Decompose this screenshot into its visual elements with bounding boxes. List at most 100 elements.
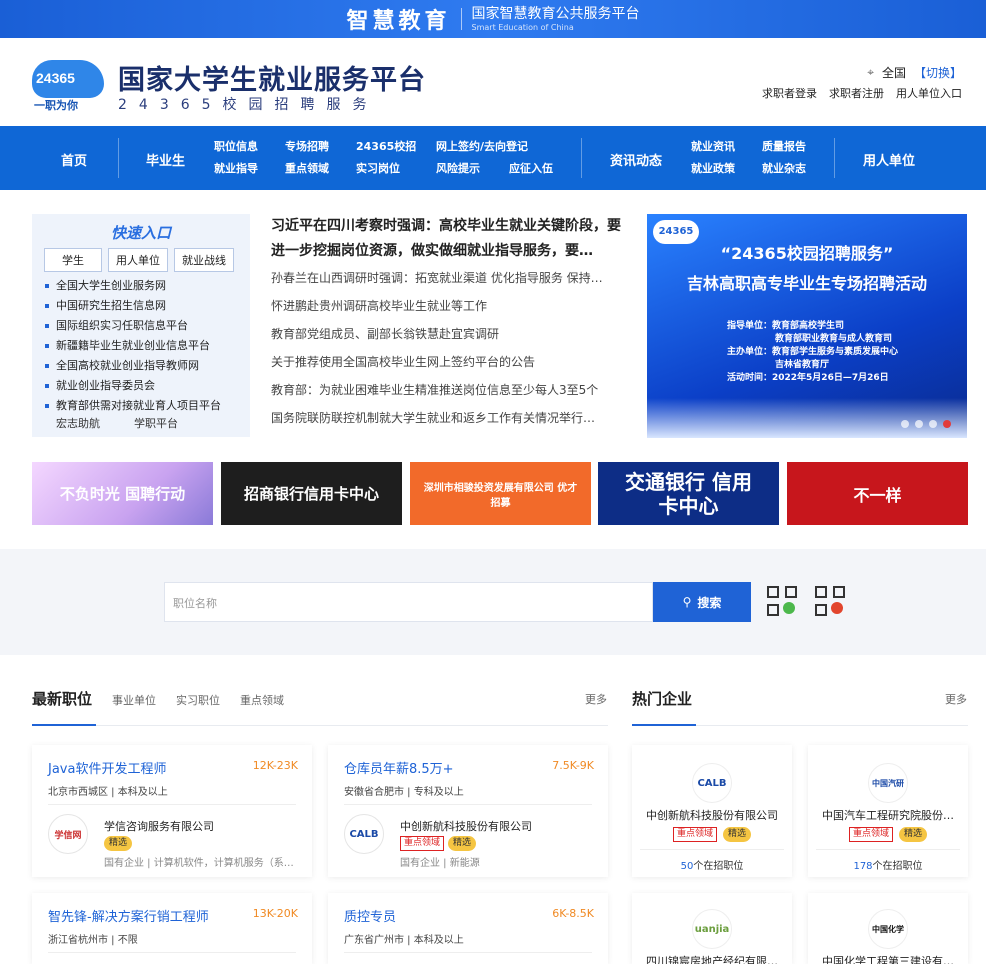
job-search-input[interactable]: 职位名称 <box>164 582 653 622</box>
employer-entry-link[interactable]: 用人单位入口 <box>896 85 962 101</box>
company-card[interactable]: 中国汽研 中国汽车工程研究院股份… 重点领域 精选 178个在招职位 <box>808 745 968 877</box>
news-headline[interactable]: 习近平在四川考察时强调：高校毕业生就业关键阶段，要进一步挖掘岗位资源，做实做细就… <box>271 214 626 264</box>
tab-internship[interactable]: 实习职位 <box>176 692 220 708</box>
job-card[interactable]: 质控专员 6K-8.5K 广东省广州市 | 本科及以上 <box>328 893 608 964</box>
nav-key-fields[interactable]: 重点领域 <box>285 160 329 176</box>
quick-link[interactable]: 全国大学生创业服务网 <box>44 276 244 296</box>
featured-badge: 精选 <box>104 836 133 851</box>
ad-banner-3[interactable]: 深圳市相骏投资发展有限公司 优才招募 <box>410 462 591 525</box>
job-title[interactable]: 仓库员年薪8.5万+ <box>344 758 454 777</box>
company-name[interactable]: 四川锦宸房地产经纪有限… <box>640 953 784 964</box>
quick-link[interactable]: 国际组织实习任职信息平台 <box>44 316 244 336</box>
hot-companies-title[interactable]: 热门企业 <box>632 688 692 709</box>
wechat-qr-icon[interactable] <box>767 586 797 616</box>
tab-employer[interactable]: 用人单位 <box>108 248 168 272</box>
search-button[interactable]: ⚲ 搜索 <box>653 582 751 622</box>
platform-name: 国家智慧教育公共服务平台 Smart Education of China <box>472 7 640 32</box>
job-salary: 13K-20K <box>252 907 298 920</box>
job-location: 北京市西城区 | 本科及以上 <box>48 787 168 798</box>
job-salary: 7.5K-9K <box>552 759 594 772</box>
featured-badge: 精选 <box>448 836 477 851</box>
ad-banner-1[interactable]: 不负时光 国聘行动 <box>32 462 213 525</box>
news-item[interactable]: 教育部：为就业困难毕业生精准推送岗位信息至少每人3至5个 <box>271 376 626 404</box>
quick-link[interactable]: 宏志助航 <box>56 415 100 431</box>
tab-key-fields[interactable]: 重点领域 <box>240 692 284 708</box>
company-info: 国有企业 | 新能源 <box>400 858 480 869</box>
job-card[interactable]: Java软件开发工程师 12K-23K 北京市西城区 | 本科及以上 学信网 学… <box>32 745 312 877</box>
company-name[interactable]: 中创新航科技股份有限公司 <box>640 807 784 823</box>
company-name[interactable]: 中国化学工程第三建设有… <box>816 953 960 964</box>
carousel-dot[interactable] <box>915 420 923 428</box>
job-title[interactable]: Java软件开发工程师 <box>48 758 166 777</box>
quick-link[interactable]: 全国高校就业创业指导教师网 <box>44 356 244 376</box>
nav-quality-report[interactable]: 质量报告 <box>762 138 806 154</box>
quick-link[interactable]: 学职平台 <box>134 415 178 431</box>
quick-link[interactable]: 教育部供需对接就业育人项目平台 <box>44 396 244 416</box>
job-salary: 6K-8.5K <box>552 907 594 920</box>
quick-link[interactable]: 新疆籍毕业生就业创业信息平台 <box>44 336 244 356</box>
site-logo[interactable]: 24365 一职为你 <box>32 60 104 112</box>
nav-career-guide[interactable]: 就业指导 <box>214 160 258 176</box>
open-positions-count: 178个在招职位 <box>808 857 968 872</box>
divider <box>48 952 296 953</box>
quick-link[interactable]: 就业创业指导委员会 <box>44 376 244 396</box>
company-name[interactable]: 学信咨询服务有限公司 <box>104 818 214 834</box>
carousel-dot[interactable] <box>901 420 909 428</box>
nav-job-info[interactable]: 职位信息 <box>214 138 258 154</box>
news-item[interactable]: 教育部党组成员、副部长翁铁慧赴宜宾调研 <box>271 320 626 348</box>
ad-banner-4[interactable]: 交通银行 信用卡中心 <box>598 462 779 525</box>
job-title[interactable]: 质控专员 <box>344 906 396 925</box>
nav-online-signing[interactable]: 网上签约/去向登记 <box>436 138 528 154</box>
banner-info-line: 指导单位：教育部高校学生司 <box>727 321 845 331</box>
company-card[interactable]: CALB 中创新航科技股份有限公司 重点领域 精选 50个在招职位 <box>632 745 792 877</box>
nav-employment-news[interactable]: 就业资讯 <box>691 138 735 154</box>
latest-more-link[interactable]: 更多 <box>585 691 607 707</box>
weibo-qr-icon[interactable] <box>815 586 845 616</box>
section-underline <box>32 724 96 726</box>
nav-news[interactable]: 资讯动态 <box>610 150 662 169</box>
quick-link[interactable]: 中国研究生招生信息网 <box>44 296 244 316</box>
carousel-banner[interactable]: 24365 “24365校园招聘服务” 吉林高职高专毕业生专场招聘活动 指导单位… <box>647 214 967 438</box>
quick-entry-title: 快速入口 <box>110 224 171 242</box>
company-name[interactable]: 中国汽车工程研究院股份… <box>816 807 960 823</box>
news-item[interactable]: 国务院联防联控机制就大学生就业和返乡工作有关情况举行… <box>271 404 626 432</box>
nav-graduates[interactable]: 毕业生 <box>146 150 185 169</box>
tab-student[interactable]: 学生 <box>44 248 102 272</box>
nav-risk-alert[interactable]: 风险提示 <box>436 160 480 176</box>
job-card[interactable]: 智先锋-解决方案行销工程师 13K-20K 浙江省杭州市 | 不限 <box>32 893 312 964</box>
open-positions-count: 50个在招职位 <box>632 857 792 872</box>
nav-enlistment[interactable]: 应征入伍 <box>509 160 553 176</box>
news-item[interactable]: 怀进鹏赴贵州调研高校毕业生就业等工作 <box>271 292 626 320</box>
tab-public-institution[interactable]: 事业单位 <box>112 692 156 708</box>
nav-home[interactable]: 首页 <box>61 150 87 169</box>
news-item[interactable]: 孙春兰在山西调研时强调：拓宽就业渠道 优化指导服务 保持… <box>271 264 626 292</box>
company-card[interactable]: uanjia 四川锦宸房地产经纪有限… <box>632 893 792 964</box>
company-tags: 重点领域 精选 <box>400 836 477 851</box>
ad-banner-2[interactable]: 招商银行信用卡中心 <box>221 462 402 525</box>
region-switch-link[interactable]: 【切换】 <box>914 64 962 81</box>
nav-internship[interactable]: 实习岗位 <box>356 160 400 176</box>
company-name[interactable]: 中创新航科技股份有限公司 <box>400 818 532 834</box>
nav-magazine[interactable]: 就业杂志 <box>762 160 806 176</box>
company-card[interactable]: 中国化学 中国化学工程第三建设有… <box>808 893 968 964</box>
hot-more-link[interactable]: 更多 <box>945 691 967 707</box>
job-location: 广东省广州市 | 本科及以上 <box>344 935 464 946</box>
top-banner: 智慧教育 国家智慧教育公共服务平台 Smart Education of Chi… <box>0 0 986 38</box>
nav-employment-policy[interactable]: 就业政策 <box>691 160 735 176</box>
tab-front-line[interactable]: 就业战线 <box>174 248 234 272</box>
hot-companies-header: 热门企业 <box>632 688 692 709</box>
nav-employers[interactable]: 用人单位 <box>863 150 915 169</box>
job-title[interactable]: 智先锋-解决方案行销工程师 <box>48 906 209 925</box>
seeker-login-link[interactable]: 求职者登录 <box>762 85 817 101</box>
job-card[interactable]: 仓库员年薪8.5万+ 7.5K-9K 安徽省合肥市 | 专科及以上 CALB 中… <box>328 745 608 877</box>
latest-jobs-title[interactable]: 最新职位 <box>32 688 92 709</box>
banner-info: 指导单位：教育部高校学生司 教育部职业教育与成人教育司 主办单位：教育部学生服务… <box>727 320 898 385</box>
carousel-dot[interactable] <box>929 420 937 428</box>
carousel-dot-active[interactable] <box>943 420 951 428</box>
nav-special-recruit[interactable]: 专场招聘 <box>285 138 329 154</box>
ad-banner-5[interactable]: 不一样 <box>787 462 968 525</box>
news-item[interactable]: 关于推荐使用全国高校毕业生网上签约平台的公告 <box>271 348 626 376</box>
search-zone: 职位名称 ⚲ 搜索 <box>0 549 986 655</box>
seeker-register-link[interactable]: 求职者注册 <box>829 85 884 101</box>
nav-24365-campus[interactable]: 24365校招 <box>356 138 416 154</box>
